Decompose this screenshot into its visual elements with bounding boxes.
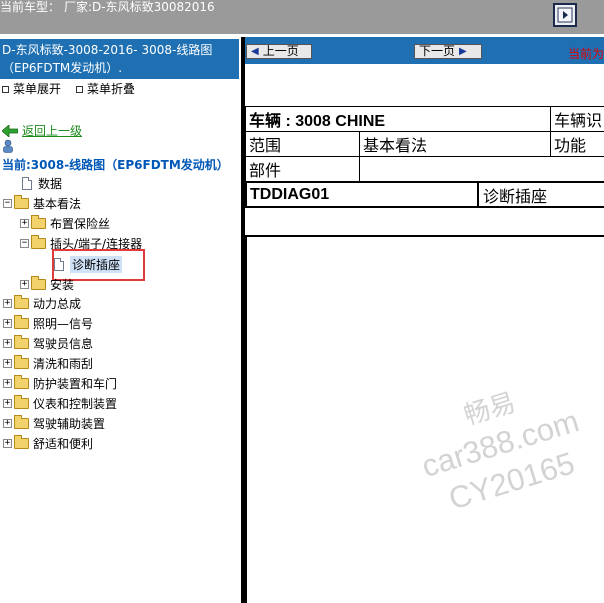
prev-page-button[interactable]: ◀ 上一页	[246, 44, 312, 59]
document-icon	[22, 176, 32, 190]
tree-item-comfort[interactable]: + 舒适和便利	[3, 433, 93, 453]
tree-item-label: 基本看法	[33, 196, 82, 211]
tree-item-driving-assist[interactable]: + 驾驶辅助装置	[3, 413, 105, 433]
tree-item-lighting[interactable]: + 照明—信号	[3, 313, 93, 333]
tree-item-driver-info[interactable]: + 驾驶员信息	[3, 333, 93, 353]
toggle-panel-icon	[557, 7, 573, 23]
expand-toggle-icon[interactable]: +	[3, 338, 12, 348]
tree-item-label: 清洗和雨刮	[33, 356, 94, 371]
diagram-content-area	[245, 235, 604, 603]
folder-icon	[14, 374, 29, 389]
top-bar: 当前车型： 厂家:D-东风标致30082016	[0, 0, 604, 34]
folder-icon	[14, 294, 29, 309]
tree-item-data[interactable]: 数据	[14, 173, 62, 193]
person-icon	[3, 139, 13, 153]
scope-label: 范围	[245, 131, 360, 157]
collapse-all-icon	[76, 85, 83, 93]
tree-item-wash-wipe[interactable]: + 清洗和雨刮	[3, 353, 93, 373]
expand-toggle-icon[interactable]: +	[3, 378, 12, 388]
next-page-button[interactable]: 下一页 ▶	[414, 44, 482, 59]
vehicle-label: 车辆 : 3008 CHINE	[245, 106, 551, 132]
expand-toggle-icon[interactable]: +	[3, 438, 12, 448]
collapse-all-label: 菜单折叠	[87, 82, 136, 96]
folder-icon	[14, 314, 29, 329]
prev-page-label: 上一页	[262, 44, 299, 58]
function-label: 功能	[550, 131, 604, 157]
expand-toggle-icon[interactable]: +	[20, 218, 29, 228]
vehicle-info-table: 车辆 : 3008 CHINE 车辆识 范围 基本看法 功能 部件	[245, 106, 604, 182]
tree-item-label: 数据	[38, 176, 63, 191]
folder-icon	[14, 414, 29, 429]
expand-all-button[interactable]: 菜单展开	[2, 82, 61, 96]
expand-toggle-icon[interactable]: +	[20, 279, 29, 289]
back-arrow-icon	[2, 124, 18, 137]
expand-toggle-icon[interactable]: +	[3, 318, 12, 328]
current-location-label: 当前:3008-线路图（EP6FDTM发动机）	[2, 158, 229, 172]
tree-item-installation[interactable]: + 安装	[20, 274, 74, 294]
tree-item-label: 防护装置和车门	[33, 376, 118, 391]
folder-icon	[14, 394, 29, 409]
main-content: ◀ 上一页 下一页 ▶ 当前为 车辆 : 3008 CHINE 车辆识 范围 基…	[245, 37, 604, 603]
expand-toggle-icon[interactable]: +	[3, 298, 12, 308]
folder-open-icon	[31, 234, 46, 249]
tree-item-label: 安装	[50, 277, 75, 292]
next-page-label: 下一页	[419, 44, 456, 58]
expand-toggle-icon[interactable]: +	[3, 418, 12, 428]
right-arrow-icon: ▶	[459, 46, 467, 57]
tree-item-fuse-layout[interactable]: + 布置保险丝	[20, 213, 110, 233]
tree-item-protection-doors[interactable]: + 防护装置和车门	[3, 373, 117, 393]
expand-all-icon	[2, 85, 9, 93]
current-location: 当前:3008-线路图（EP6FDTM发动机）	[0, 138, 239, 174]
diagram-header: TDDIAG01 诊断插座	[245, 181, 604, 208]
part-value	[359, 156, 604, 182]
tree-item-label: 舒适和便利	[33, 436, 94, 451]
diagram-name: 诊断插座	[483, 186, 548, 206]
tree-item-label: 动力总成	[33, 296, 82, 311]
collapse-all-button[interactable]: 菜单折叠	[76, 82, 135, 96]
folder-open-icon	[14, 194, 29, 209]
folder-icon	[31, 275, 46, 290]
tree-item-label: 照明—信号	[33, 316, 94, 331]
vehicle-id-label: 车辆识	[550, 106, 604, 132]
expand-toggle-icon[interactable]: +	[3, 358, 12, 368]
tree-item-label: 布置保险丝	[50, 216, 111, 231]
expand-toggle-icon[interactable]: +	[3, 398, 12, 408]
tree-item-label: 仪表和控制装置	[33, 396, 118, 411]
left-arrow-icon: ◀	[251, 46, 259, 57]
tree-item-label: 驾驶辅助装置	[33, 416, 106, 431]
scope-value: 基本看法	[359, 131, 551, 157]
folder-icon	[14, 354, 29, 369]
collapse-toggle-icon[interactable]: −	[3, 198, 12, 208]
back-link-row[interactable]: 返回上一级	[2, 122, 82, 139]
page-nav-bar: ◀ 上一页 下一页 ▶ 当前为	[245, 37, 604, 64]
model-title: D-东风标致-3008-2016- 3008-线路图（EP6FDTM发动机）.	[0, 39, 239, 79]
toggle-panel-button[interactable]	[553, 3, 577, 27]
folder-icon	[14, 334, 29, 349]
tree-item-instruments[interactable]: + 仪表和控制装置	[3, 393, 117, 413]
current-model-label: 当前车型：	[0, 0, 61, 14]
collapse-toggle-icon[interactable]: −	[20, 238, 29, 248]
current-model-value: 厂家:D-东风标致30082016	[64, 0, 215, 14]
part-label: 部件	[245, 156, 360, 182]
expand-all-label: 菜单展开	[13, 82, 62, 96]
back-link[interactable]: 返回上一级	[22, 122, 82, 139]
current-page-label: 当前为	[568, 47, 604, 61]
tree-item-label: 驾驶员信息	[33, 336, 94, 351]
tree-item-basic-view[interactable]: − 基本看法	[3, 193, 81, 213]
tree-item-powertrain[interactable]: + 动力总成	[3, 293, 81, 313]
diagram-code: TDDIAG01	[247, 183, 479, 206]
folder-icon	[31, 214, 46, 229]
folder-icon	[14, 434, 29, 449]
